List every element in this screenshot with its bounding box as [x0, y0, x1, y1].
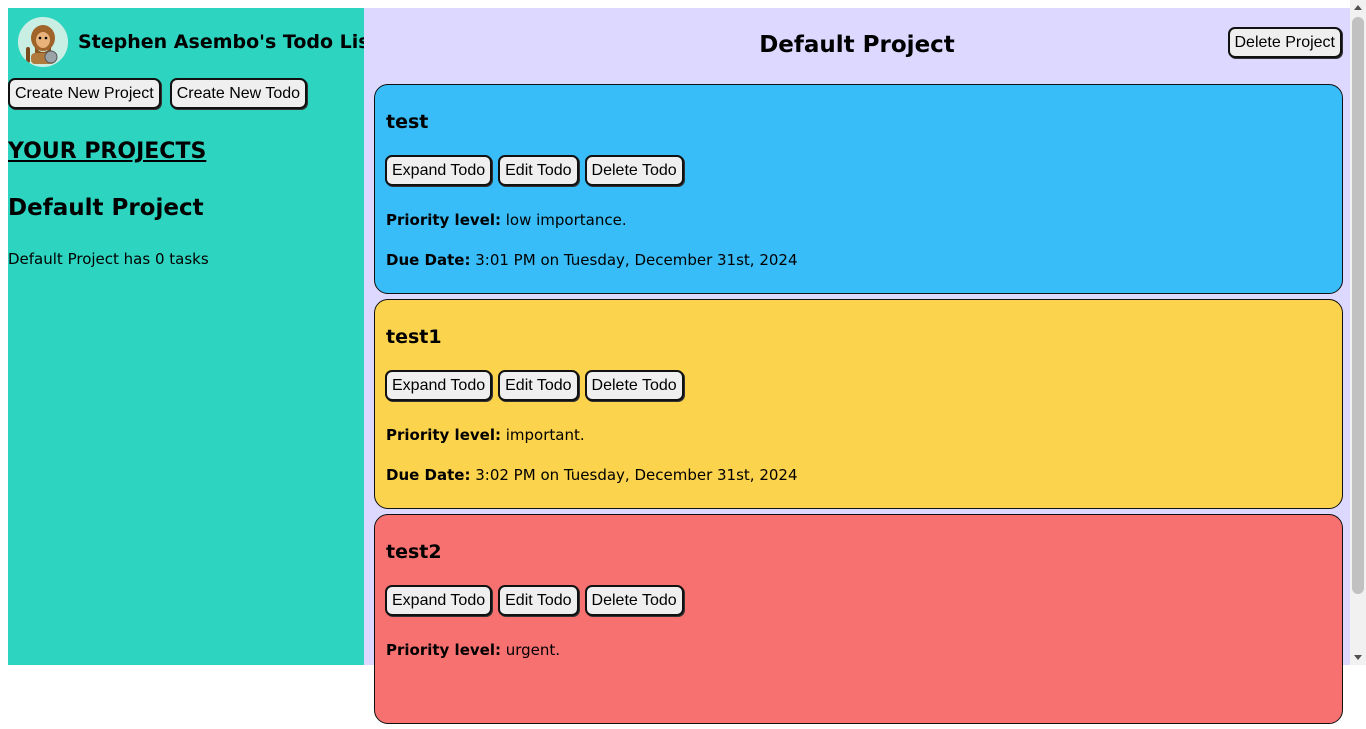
todo-card: test2 Expand Todo Edit Todo Delete Todo … — [374, 514, 1343, 724]
todo-card: test Expand Todo Edit Todo Delete Todo P… — [374, 84, 1343, 294]
sidebar-project-default[interactable]: Default Project — [8, 195, 204, 221]
priority-value: urgent. — [505, 641, 561, 659]
project-view: Default Project Delete Project test Expa… — [364, 8, 1350, 724]
delete-todo-button[interactable]: Delete Todo — [584, 370, 684, 401]
page-scrollbar[interactable] — [1350, 0, 1366, 665]
todo-title: test — [386, 111, 429, 133]
expand-todo-button[interactable]: Expand Todo — [385, 585, 493, 616]
due-date-label: Due Date: — [386, 251, 471, 269]
todo-list: test Expand Todo Edit Todo Delete Todo P… — [374, 84, 1343, 729]
priority-label: Priority level: — [386, 641, 501, 659]
todo-priority: Priority level: urgent. — [386, 641, 560, 659]
todo-due-date: Due Date: 3:01 PM on Tuesday, December 3… — [386, 251, 798, 269]
delete-todo-button[interactable]: Delete Todo — [584, 585, 684, 616]
todo-title: test2 — [386, 541, 442, 563]
project-task-count: Default Project has 0 tasks — [8, 250, 209, 268]
expand-todo-button[interactable]: Expand Todo — [385, 370, 493, 401]
todo-due-date: Due Date: 3:02 PM on Tuesday, December 3… — [386, 466, 798, 484]
scrollbar-thumb[interactable] — [1352, 17, 1364, 594]
app-root: Stephen Asembo's Todo List Create New Pr… — [8, 8, 1350, 724]
todo-actions: Expand Todo Edit Todo Delete Todo — [385, 155, 684, 186]
todo-actions: Expand Todo Edit Todo Delete Todo — [385, 585, 684, 616]
brand: Stephen Asembo's Todo List — [18, 17, 379, 67]
app-title: Stephen Asembo's Todo List — [78, 31, 379, 53]
sidebar: Stephen Asembo's Todo List Create New Pr… — [8, 8, 379, 665]
due-date-value: 3:02 PM on Tuesday, December 31st, 2024 — [475, 466, 798, 484]
edit-todo-button[interactable]: Edit Todo — [498, 585, 579, 616]
avatar — [18, 17, 68, 67]
todo-title: test1 — [386, 326, 442, 348]
priority-value: important. — [505, 426, 585, 444]
edit-todo-button[interactable]: Edit Todo — [498, 155, 579, 186]
due-date-value: 3:01 PM on Tuesday, December 31st, 2024 — [475, 251, 798, 269]
create-todo-button[interactable]: Create New Todo — [169, 78, 308, 109]
edit-todo-button[interactable]: Edit Todo — [498, 370, 579, 401]
todo-priority: Priority level: low importance. — [386, 211, 627, 229]
arrow-up-icon[interactable] — [1354, 5, 1362, 10]
priority-label: Priority level: — [386, 211, 501, 229]
delete-todo-button[interactable]: Delete Todo — [584, 155, 684, 186]
page-title: Default Project — [759, 32, 955, 58]
priority-label: Priority level: — [386, 426, 501, 444]
delete-project-button[interactable]: Delete Project — [1227, 27, 1342, 58]
caveman-avatar-icon — [18, 17, 68, 67]
todo-priority: Priority level: important. — [386, 426, 585, 444]
arrow-down-icon[interactable] — [1354, 655, 1362, 660]
projects-heading: YOUR PROJECTS — [8, 139, 207, 164]
todo-card: test1 Expand Todo Edit Todo Delete Todo … — [374, 299, 1343, 509]
due-date-label: Due Date: — [386, 466, 471, 484]
expand-todo-button[interactable]: Expand Todo — [385, 155, 493, 186]
create-project-button[interactable]: Create New Project — [8, 78, 161, 109]
sidebar-actions: Create New Project Create New Todo — [8, 78, 308, 109]
todo-actions: Expand Todo Edit Todo Delete Todo — [385, 370, 684, 401]
priority-value: low importance. — [505, 211, 627, 229]
